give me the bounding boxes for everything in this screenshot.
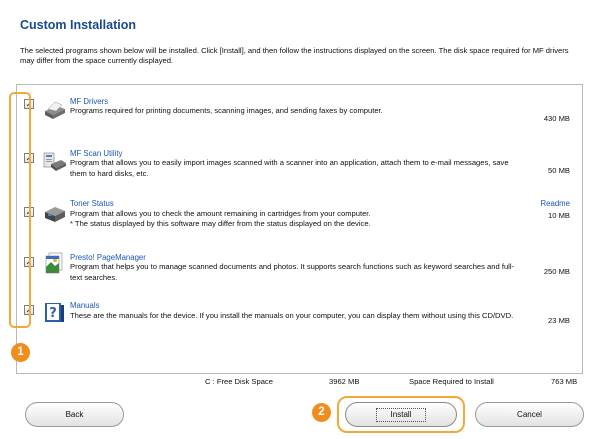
page-manager-icon [45, 252, 63, 274]
callout-number-2: 2 [312, 403, 331, 422]
space-required-value: 763 MB [551, 377, 578, 386]
program-name: MF Drivers [70, 97, 109, 106]
program-item-mf-scan-utility: ✓ MF Scan Utility Program that allows yo… [17, 145, 582, 195]
program-description: These are the manuals for the device. If… [70, 311, 514, 320]
program-note: * The status displayed by this software … [70, 219, 371, 228]
program-size: 10 MB [548, 211, 570, 220]
program-name: Toner Status [70, 199, 114, 208]
callout-number-1: 1 [11, 343, 30, 362]
program-size: 430 MB [543, 114, 570, 123]
printer-icon [45, 101, 65, 119]
back-button[interactable]: Back [25, 402, 124, 427]
space-required-label: Space Required to Install [409, 377, 494, 386]
program-name: Presto! PageManager [70, 253, 146, 262]
checkbox-column-highlight [9, 92, 31, 328]
program-description: Program that helps you to manage scanned… [70, 262, 515, 282]
program-item-mf-drivers: ✓ MF Drivers Programs required for print… [17, 93, 582, 143]
program-item-presto-pagemanager: ✓ Presto! PageManager Program that helps… [17, 249, 582, 299]
page-title: Custom Installation [20, 18, 136, 32]
free-disk-space-value: 3962 MB [329, 377, 360, 386]
readme-link[interactable]: Readme [541, 199, 570, 208]
program-size: 250 MB [543, 267, 570, 276]
program-item-manuals: ✓ ? Manuals These are the manuals for th… [17, 301, 582, 351]
program-name: MF Scan Utility [70, 149, 123, 158]
free-disk-space-label: C : Free Disk Space [205, 377, 273, 386]
program-name: Manuals [70, 301, 100, 310]
program-description: Programs required for printing documents… [70, 106, 383, 115]
install-button[interactable]: Install [345, 402, 457, 427]
install-button-label: Install [375, 408, 427, 422]
manual-help-icon: ? [45, 303, 64, 322]
svg-text:?: ? [49, 306, 57, 321]
program-list: ✓ MF Drivers Programs required for print… [16, 84, 583, 374]
program-size: 50 MB [548, 166, 570, 175]
program-description: Program that allows you to easily import… [70, 158, 509, 178]
cancel-button[interactable]: Cancel [475, 402, 584, 427]
instructions-text: The selected programs shown below will b… [20, 46, 569, 65]
scanner-icon [43, 152, 66, 171]
toner-icon [45, 207, 65, 222]
program-size: 23 MB [548, 316, 570, 325]
program-description: Program that allows you to check the amo… [70, 209, 371, 218]
program-item-toner-status: ✓ Toner Status Readme Program that allow… [17, 197, 582, 247]
